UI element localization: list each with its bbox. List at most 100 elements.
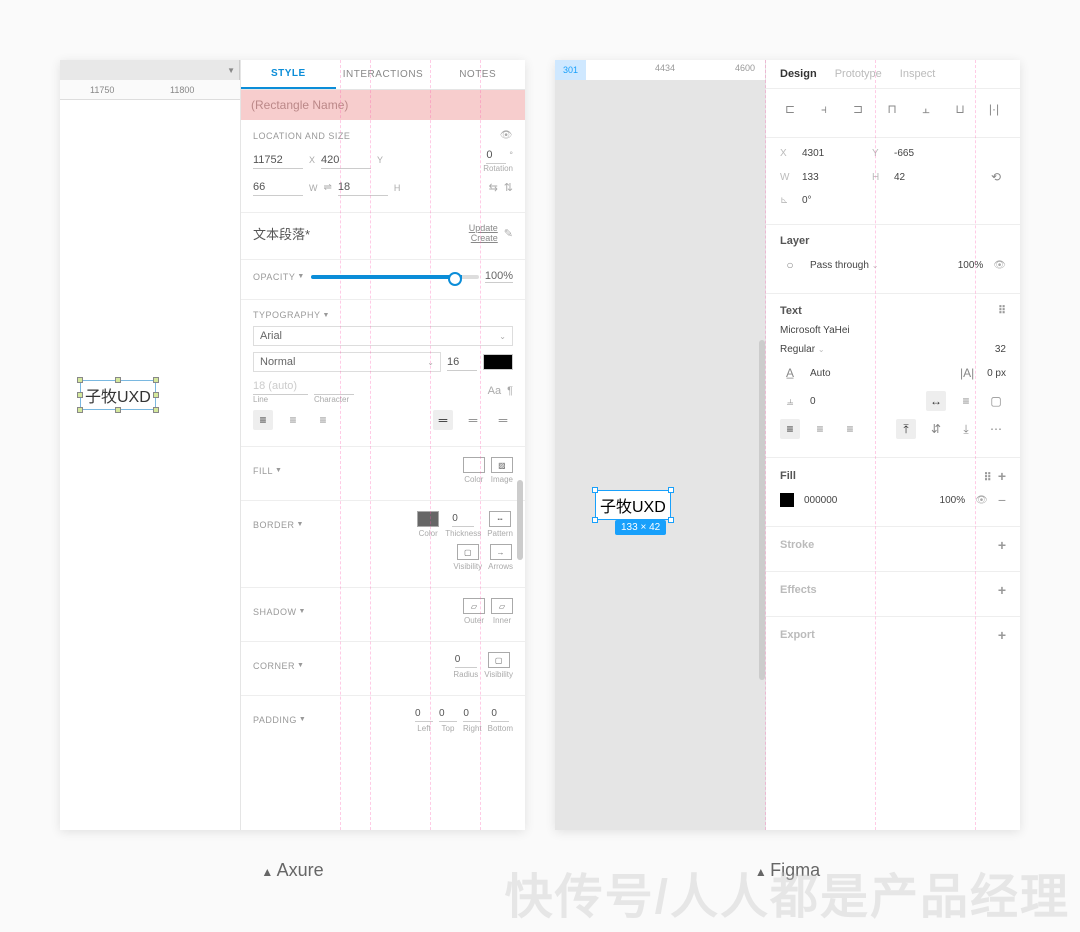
constrain-icon[interactable]: ⟲ [986, 167, 1006, 187]
border-color-swatch[interactable] [417, 511, 439, 527]
corner-visibility-icon[interactable]: ▢ [488, 652, 510, 668]
padding-top-input[interactable] [439, 706, 457, 722]
element-name-input[interactable]: (Rectangle Name) [241, 90, 525, 120]
style-picker-icon[interactable] [984, 472, 992, 484]
opacity-slider[interactable] [311, 275, 479, 279]
line-height-input[interactable]: Auto [810, 368, 947, 379]
add-fill-icon[interactable] [998, 472, 1006, 484]
height-input[interactable] [338, 179, 388, 196]
valign-bottom-icon[interactable]: ═ [493, 410, 513, 430]
padding-right-input[interactable] [463, 706, 481, 722]
shadow-outer-icon[interactable]: ▱ [463, 598, 485, 614]
font-color-swatch[interactable] [483, 354, 513, 370]
x-input[interactable] [253, 152, 303, 169]
blend-mode-select[interactable]: Pass through ⌄ [810, 260, 948, 271]
border-thickness-input[interactable] [452, 511, 474, 527]
auto-height-icon[interactable]: ≡ [956, 391, 976, 411]
fill-color-swatch[interactable] [780, 493, 794, 507]
text-valign-middle-icon[interactable]: ⇵ [926, 419, 946, 439]
fill-color-swatch[interactable] [463, 457, 485, 473]
align-right-icon[interactable]: ≡ [313, 410, 333, 430]
figma-canvas[interactable]: 301 4434 4600 子牧UXD 133 × 42 [555, 60, 765, 830]
add-effect-icon[interactable] [998, 582, 1006, 598]
style-picker-icon[interactable] [998, 304, 1006, 317]
text-case-icon[interactable]: Aa [488, 385, 501, 397]
border-arrows-icon[interactable]: → [490, 544, 512, 560]
visibility-icon[interactable] [500, 130, 513, 141]
valign-top-icon[interactable]: ═ [433, 410, 453, 430]
distribute-icon[interactable]: |·| [984, 99, 1004, 119]
align-left-icon[interactable]: ≡ [253, 410, 273, 430]
selected-element[interactable]: 子牧UXD [595, 490, 671, 520]
scrollbar[interactable] [759, 340, 765, 680]
layer-opacity-input[interactable]: 100% [958, 260, 984, 271]
align-bottom-icon[interactable]: ⊔ [950, 99, 970, 119]
shadow-inner-icon[interactable]: ▱ [491, 598, 513, 614]
y-input[interactable] [321, 152, 371, 169]
font-size-input[interactable]: 32 [995, 344, 1006, 355]
x-input[interactable]: 4301 [802, 148, 862, 159]
letter-spacing-input[interactable]: 0 px [987, 368, 1006, 379]
flip-h-icon[interactable]: ⇆ [489, 181, 498, 194]
update-link[interactable]: Update [469, 223, 498, 233]
rotation-input[interactable] [486, 147, 506, 164]
align-hcenter-icon[interactable]: ⫞ [814, 99, 834, 119]
align-top-icon[interactable]: ⊓ [882, 99, 902, 119]
align-left-icon[interactable]: ⊏ [780, 99, 800, 119]
fill-visibility-icon[interactable] [975, 495, 988, 506]
width-input[interactable] [253, 179, 303, 196]
text-align-center-icon[interactable]: ≡ [810, 419, 830, 439]
text-align-left-icon[interactable]: ≡ [780, 419, 800, 439]
text-valign-top-icon[interactable]: ⤒ [896, 419, 916, 439]
align-right-icon[interactable]: ⊐ [848, 99, 868, 119]
fill-hex-input[interactable]: 000000 [804, 495, 930, 506]
opacity-value[interactable]: 100% [485, 270, 513, 283]
y-input[interactable]: -665 [894, 148, 914, 159]
padding-bottom-input[interactable] [491, 706, 509, 722]
selected-element[interactable]: 子牧UXD [80, 380, 156, 410]
char-spacing-input[interactable] [314, 378, 354, 395]
create-link[interactable]: Create [469, 233, 498, 243]
edit-icon[interactable]: ✎ [504, 227, 513, 240]
width-input[interactable]: 133 [802, 172, 862, 183]
text-valign-bottom-icon[interactable]: ⤓ [956, 419, 976, 439]
blend-icon[interactable]: ○ [780, 255, 800, 275]
text-align-right-icon[interactable]: ≡ [840, 419, 860, 439]
auto-width-icon[interactable]: ↔ [926, 391, 946, 411]
visibility-icon[interactable] [993, 260, 1006, 271]
corner-radius-input[interactable] [455, 652, 477, 668]
ruler-dropdown[interactable]: ▼ [60, 60, 240, 80]
remove-fill-icon[interactable] [998, 492, 1006, 508]
height-input[interactable]: 42 [894, 172, 976, 183]
more-options-icon[interactable]: ⋯ [986, 419, 1006, 439]
fill-image-icon[interactable]: ▨ [491, 457, 513, 473]
font-size-input[interactable] [447, 354, 477, 371]
flip-v-icon[interactable]: ⇅ [504, 181, 513, 194]
text-options-icon[interactable]: ¶ [507, 385, 513, 397]
font-family-select[interactable]: Microsoft YaHei [780, 325, 850, 336]
fixed-size-icon[interactable]: ▢ [986, 391, 1006, 411]
font-family-select[interactable]: Arial⌄ [253, 326, 513, 346]
border-visibility-icon[interactable]: ▢ [457, 544, 479, 560]
paragraph-spacing-input[interactable]: 0 [810, 396, 916, 407]
font-weight-select[interactable]: Regular ⌄ [780, 344, 985, 355]
tab-inspect[interactable]: Inspect [900, 68, 935, 80]
tab-notes[interactable]: NOTES [430, 60, 525, 89]
rotation-input[interactable]: 0° [802, 195, 812, 206]
tab-design[interactable]: Design [780, 68, 817, 80]
line-height-input[interactable] [253, 378, 308, 395]
border-pattern-icon[interactable]: ┅ [489, 511, 511, 527]
add-stroke-icon[interactable] [998, 537, 1006, 553]
add-export-icon[interactable] [998, 627, 1006, 643]
align-vcenter-icon[interactable]: ⫠ [916, 99, 936, 119]
lock-icon[interactable]: ⇌ [324, 182, 332, 193]
ruler-tick: 11800 [170, 85, 194, 95]
tab-style[interactable]: STYLE [241, 60, 336, 89]
fill-opacity-input[interactable]: 100% [940, 495, 966, 506]
font-weight-select[interactable]: Normal⌄ [253, 352, 441, 372]
style-name[interactable]: 文本段落* [253, 224, 463, 243]
tab-interactions[interactable]: INTERACTIONS [336, 60, 431, 89]
align-center-icon[interactable]: ≡ [283, 410, 303, 430]
scrollbar[interactable] [517, 480, 523, 560]
axure-canvas[interactable]: ▼ 11750 11800 子牧UXD [60, 60, 240, 830]
